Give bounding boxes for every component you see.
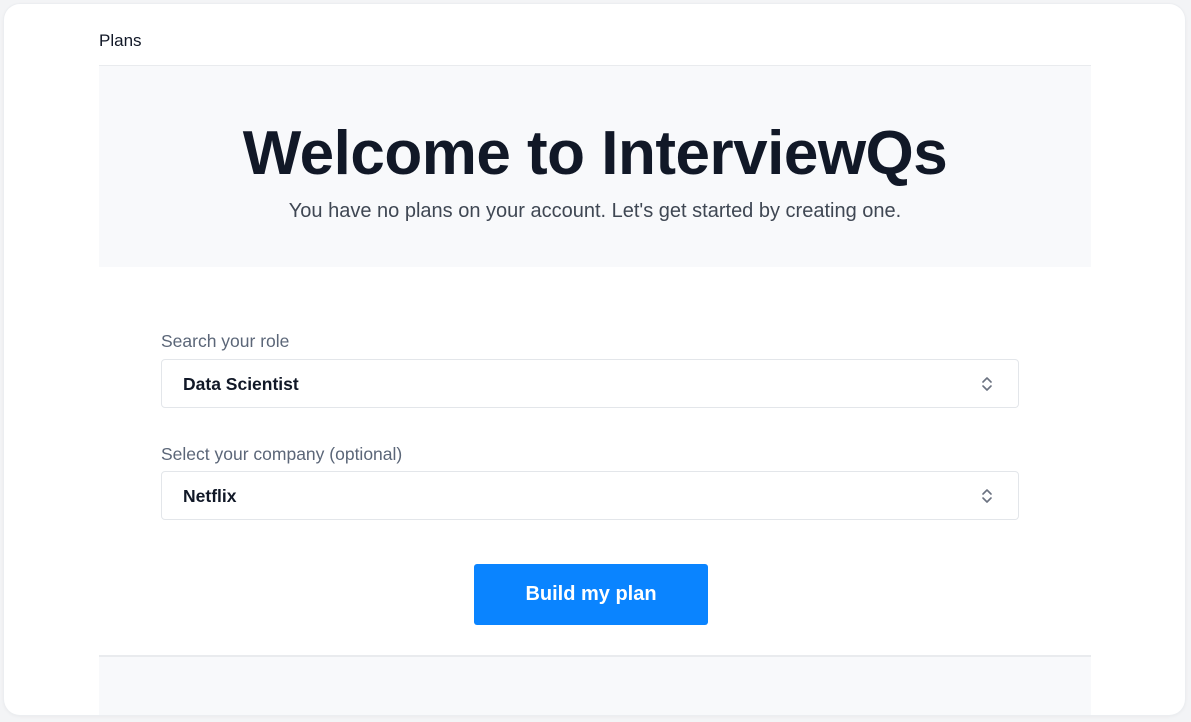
role-label: Search your role [161,331,290,351]
company-select[interactable]: Netflix [161,471,1019,520]
company-label: Select your company (optional) [161,444,403,464]
company-select-value: Netflix [183,486,237,506]
chevron-up-down-icon [982,489,992,503]
welcome-banner: Welcome to InterviewQs You have no plans… [99,66,1091,267]
footer-area [99,657,1091,715]
role-select[interactable]: Data Scientist [161,359,1019,408]
chevron-up-down-icon [982,377,992,391]
role-select-value: Data Scientist [183,374,299,394]
build-plan-button[interactable]: Build my plan [474,564,708,625]
page-subtitle: You have no plans on your account. Let's… [288,200,902,222]
main-card: Plans Welcome to InterviewQs You have no… [4,4,1185,715]
breadcrumb-plans[interactable]: Plans [99,31,142,51]
page-title: Welcome to InterviewQs [242,119,948,188]
